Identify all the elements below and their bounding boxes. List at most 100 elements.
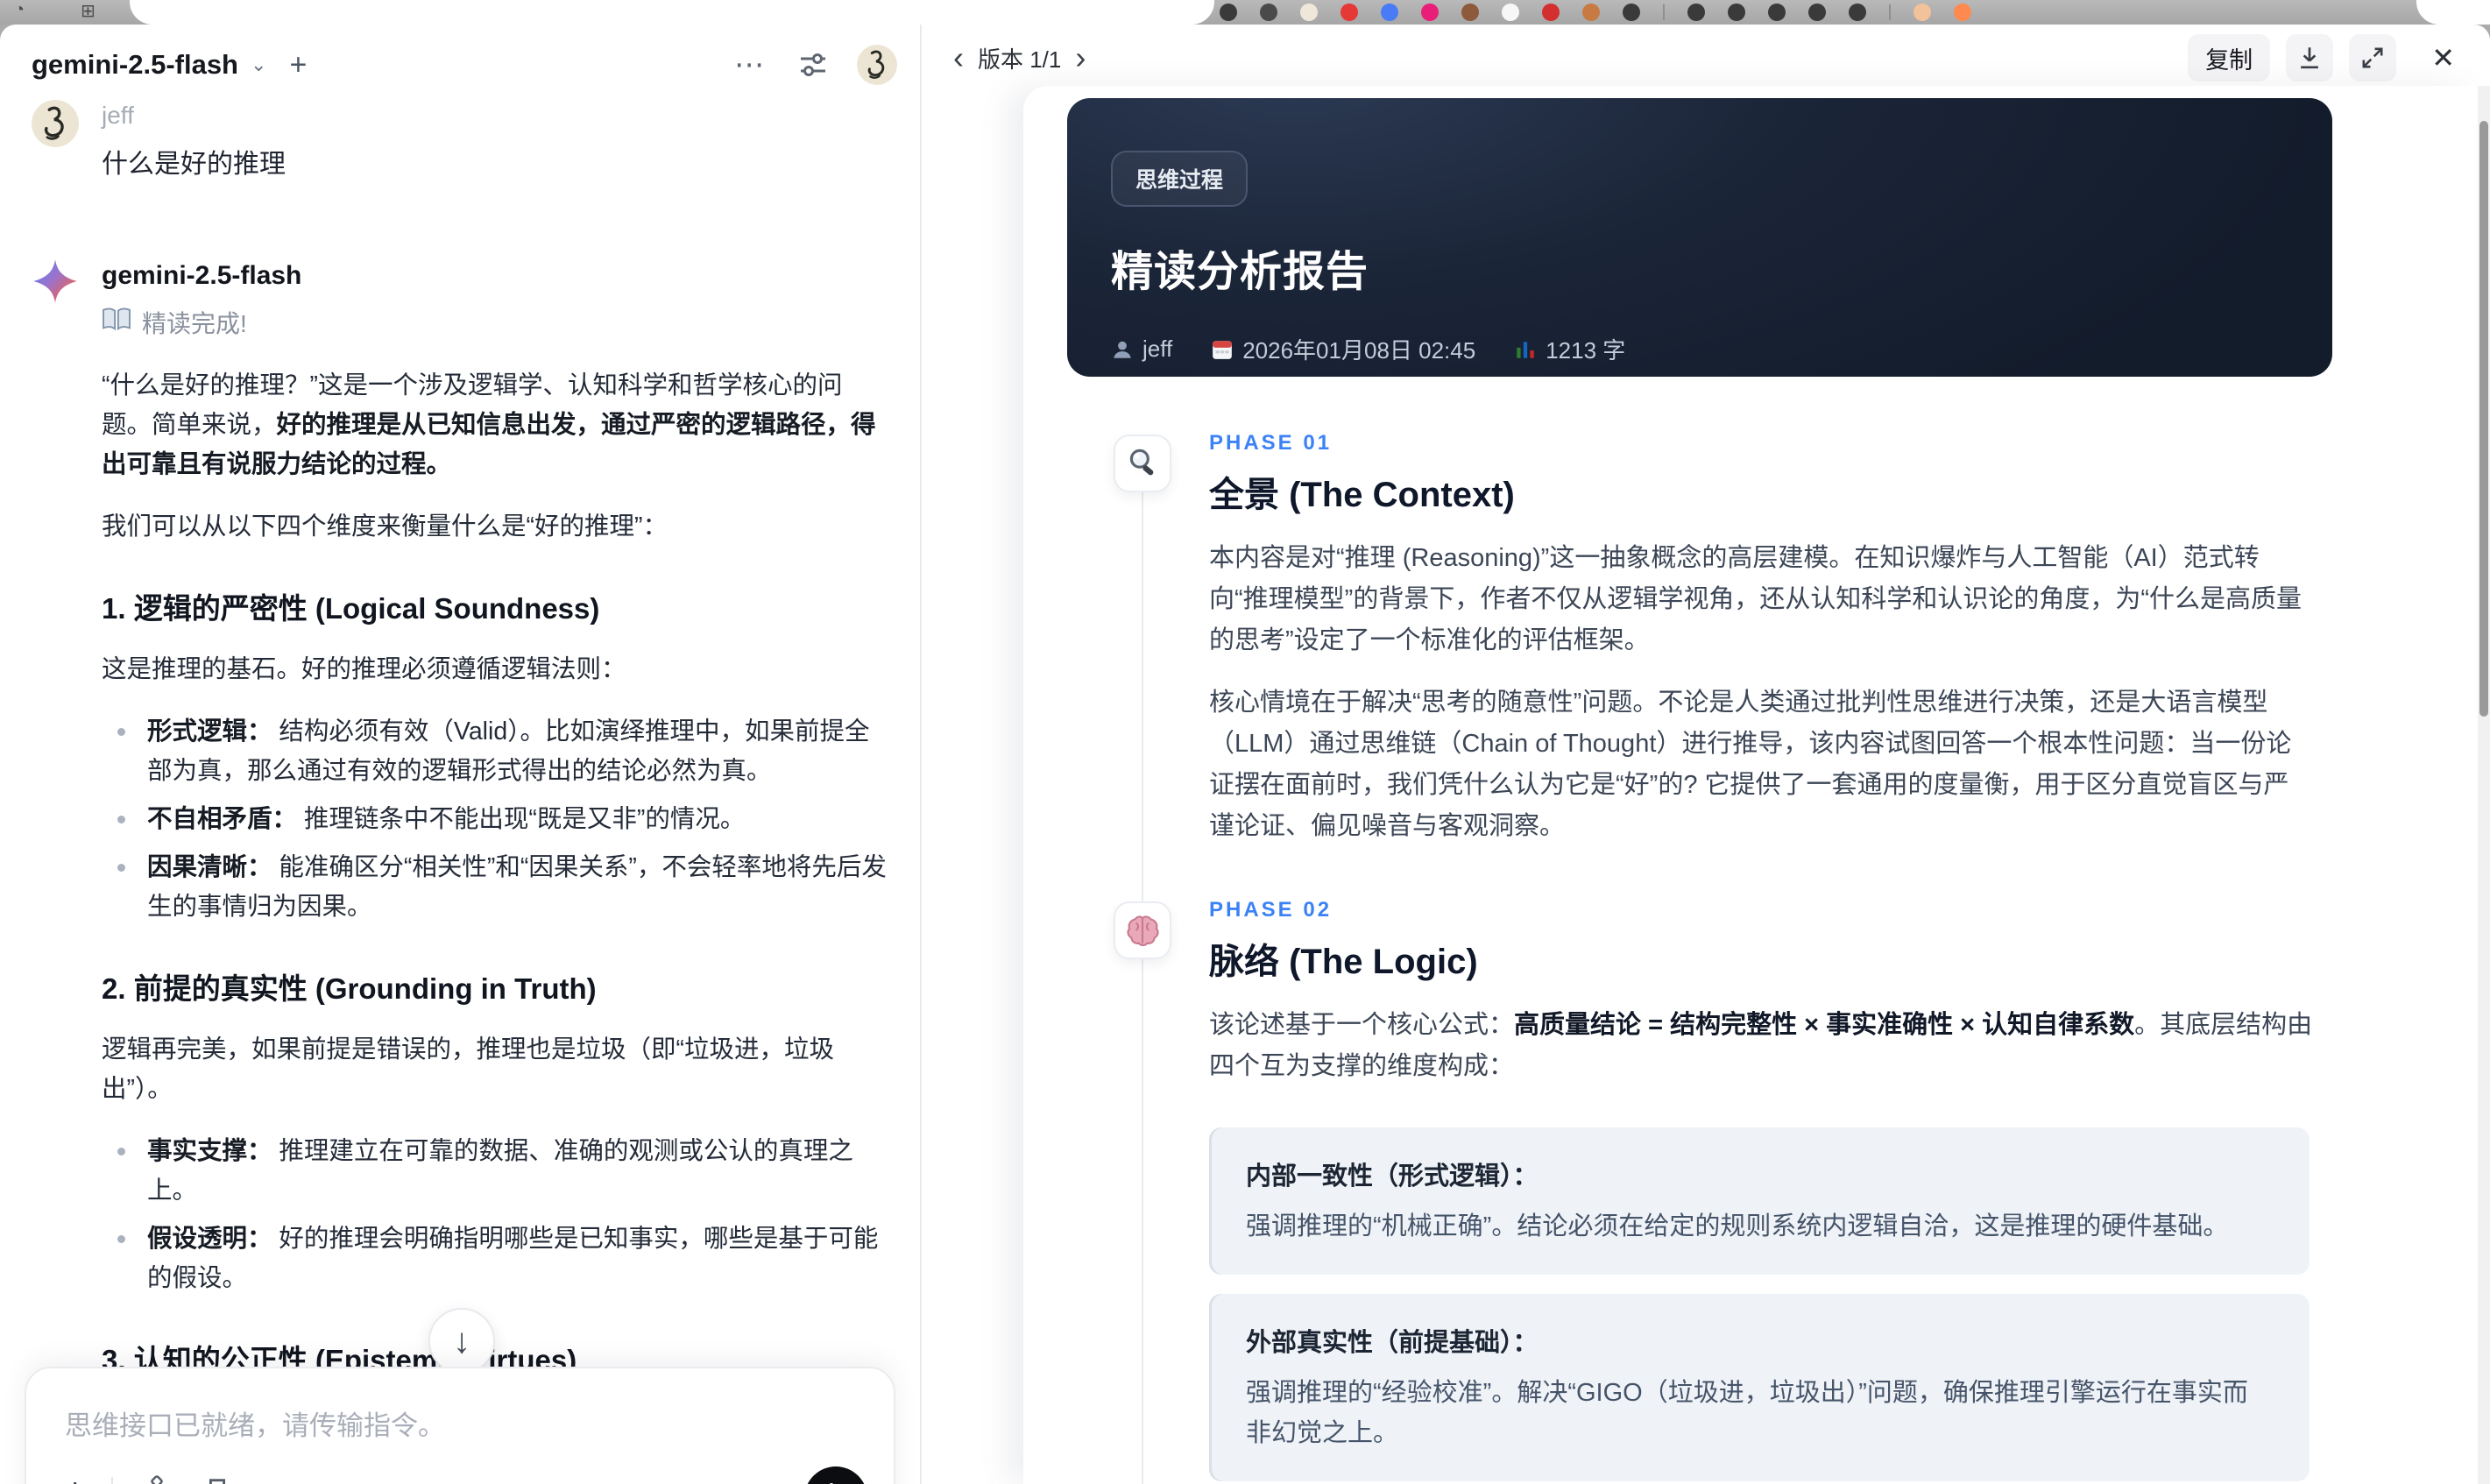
user-name: jeff bbox=[102, 102, 134, 129]
commands-icon[interactable] bbox=[139, 1474, 174, 1484]
card-title: 外部真实性（前提基础）： bbox=[1246, 1329, 1539, 1357]
extension-icon[interactable] bbox=[1461, 4, 1479, 21]
text-run: 核心情境在于解决“思考的随意性”问题。不论是人类通过批判性思维进行决策，还是大语… bbox=[1209, 689, 2292, 840]
scroll-to-bottom-button[interactable]: ↓ bbox=[428, 1308, 495, 1374]
version-next-button[interactable]: › bbox=[1066, 42, 1094, 74]
phase-timeline: PHASE 01 全景 (The Context) 本内容是对“推理 (Reason… bbox=[1067, 431, 2332, 1484]
toolbar-separator bbox=[1889, 4, 1891, 20]
copy-button[interactable]: 复制 bbox=[2188, 34, 2271, 81]
hero-badge: 思维过程 bbox=[1111, 151, 1249, 207]
scrollbar-track[interactable] bbox=[2478, 86, 2490, 1484]
phase-paragraph: 该论述基于一个核心公式：高质量结论 = 结构完整性 × 事实准确性 × 认知自律… bbox=[1209, 1005, 2313, 1087]
extension-icon[interactable] bbox=[1687, 4, 1705, 21]
extension-icon[interactable] bbox=[1502, 4, 1519, 21]
text-run: 该论述基于一个核心公式： bbox=[1209, 1011, 1515, 1039]
message-list: jeff 什么是好的推理 gemini-2.5-flash 精读完成! “什么是… bbox=[32, 100, 890, 1484]
bullet-item: 不自相矛盾： 推理链条中不能出现“既是又非”的情况。 bbox=[102, 800, 890, 839]
extension-icon[interactable] bbox=[1913, 4, 1931, 21]
brain-icon bbox=[1127, 915, 1159, 947]
bullet-list: 形式逻辑： 结构必须有效（Valid）。比如演绎推理中，如果前提全部为真，那么通… bbox=[102, 712, 890, 927]
url-bar[interactable] bbox=[130, 0, 1214, 25]
extension-icon[interactable] bbox=[1728, 4, 1745, 21]
bar-chart-icon bbox=[1517, 341, 1534, 358]
author-meta: jeff bbox=[1111, 336, 1172, 363]
voice-input-button[interactable] bbox=[804, 1466, 867, 1484]
version-label: 版本 1/1 bbox=[978, 46, 1062, 73]
bold-text: 不自相矛盾： bbox=[147, 805, 298, 833]
assistant-paragraph: 我们可以从以下四个维度来衡量什么是“好的推理”： bbox=[102, 507, 890, 547]
assistant-name: gemini-2.5-flash bbox=[102, 261, 302, 290]
bold-text: 假设透明： bbox=[147, 1225, 272, 1253]
extension-icon[interactable] bbox=[1808, 4, 1826, 21]
report-meta: jeff 2026年01月08日 02:45 1213 字 bbox=[1111, 333, 2288, 365]
version-prev-button[interactable]: ‹ bbox=[944, 42, 973, 74]
grid-icon[interactable]: ⊞ bbox=[81, 0, 95, 22]
extension-icon[interactable] bbox=[1220, 4, 1237, 21]
new-chat-button[interactable]: + bbox=[289, 48, 307, 82]
report-document: 思维过程 精读分析报告 jeff 2026年01月08日 02:45 1213 … bbox=[1067, 98, 2332, 1484]
extension-icon[interactable] bbox=[1582, 4, 1600, 21]
assistant-paragraph: 逻辑再完美，如果前提是错误的，推理也是垃圾（即“垃圾进，垃圾出”）。 bbox=[102, 1030, 890, 1109]
extension-icon[interactable] bbox=[1421, 4, 1439, 21]
assistant-paragraph: “什么是好的推理？”这是一个涉及逻辑学、认知科学和哲学核心的问题。简单来说，好的… bbox=[102, 366, 890, 484]
phase-title: 脉络 (The Logic) bbox=[1209, 943, 1478, 981]
extension-icon[interactable] bbox=[1623, 4, 1640, 21]
chat-panel: gemini-2.5-flash ⌄ + ⋯ jeff 什么是好的推理 gemi… bbox=[0, 25, 920, 1484]
bold-text: 因果清晰： bbox=[147, 853, 272, 881]
input-placeholder: 思维接口已就绪，请传输指令。 bbox=[65, 1410, 445, 1441]
extension-icon[interactable] bbox=[1768, 4, 1786, 21]
bookmark-icon[interactable] bbox=[201, 1475, 234, 1484]
phase-paragraph: 本内容是对“推理 (Reasoning)”这一抽象概念的高层建模。在知识爆炸与人… bbox=[1209, 538, 2313, 661]
extension-icon[interactable] bbox=[1381, 4, 1398, 21]
text-run: 我们可以从以下四个维度来衡量什么是“好的推理”： bbox=[102, 512, 668, 541]
extension-icon[interactable] bbox=[1340, 4, 1358, 21]
extension-icon[interactable] bbox=[1849, 4, 1866, 21]
assistant-paragraph: 这是推理的基石。好的推理必须遵循逻辑法则： bbox=[102, 650, 890, 689]
bullet-item: 形式逻辑： 结构必须有效（Valid）。比如演绎推理中，如果前提全部为真，那么通… bbox=[102, 712, 890, 791]
user-message: jeff 什么是好的推理 bbox=[32, 100, 890, 180]
sliders-icon[interactable] bbox=[796, 47, 831, 82]
magnifier-icon bbox=[1129, 449, 1154, 476]
extension-icon[interactable] bbox=[1954, 4, 1971, 21]
more-icon[interactable]: ⋯ bbox=[734, 47, 766, 82]
phase-node-icon bbox=[1114, 435, 1171, 492]
section-heading: 2. 前提的真实性 (Grounding in Truth) bbox=[102, 972, 597, 1005]
chevron-down-icon[interactable]: ⌄ bbox=[251, 53, 266, 76]
person-icon bbox=[1114, 341, 1131, 358]
assistant-status: 精读完成! bbox=[102, 305, 890, 340]
extension-icon[interactable] bbox=[1542, 4, 1560, 21]
book-icon bbox=[102, 307, 131, 339]
phase-section-2: PHASE 02 脉络 (The Logic) 该论述基于一个核心公式：高质量结论 … bbox=[1067, 898, 2332, 1484]
logic-card: 外部真实性（前提基础）： 强调推理的“经验校准”。解决“GIGO（垃圾进，垃圾出）… bbox=[1209, 1294, 2310, 1481]
model-title[interactable]: gemini-2.5-flash bbox=[32, 49, 238, 81]
section-heading: 1. 逻辑的严密性 (Logical Soundness) bbox=[102, 592, 600, 625]
wordcount-meta: 1213 字 bbox=[1514, 333, 1625, 365]
text-run: 推理链条中不能出现“既是又非”的情况。 bbox=[297, 805, 746, 833]
logic-cards: 内部一致性（形式逻辑）： 强调推理的“机械正确”。结论必须在给定的规则系统内逻辑自… bbox=[1209, 1127, 2332, 1484]
close-icon[interactable]: ✕ bbox=[2414, 34, 2472, 81]
phase-node-icon bbox=[1114, 901, 1171, 959]
panel-divider[interactable] bbox=[920, 25, 922, 1484]
toolbar-divider bbox=[111, 1476, 114, 1484]
screen: ◔ ⊞ gemini-2.5-flash ⌄ + ⋯ jeff 什么是好的推理 … bbox=[0, 0, 2490, 1484]
user-avatar[interactable] bbox=[857, 45, 897, 85]
browser-right-pill[interactable] bbox=[2416, 0, 2490, 25]
extension-icon[interactable] bbox=[1300, 4, 1318, 21]
app-window: gemini-2.5-flash ⌄ + ⋯ jeff 什么是好的推理 gemi… bbox=[0, 25, 2490, 1484]
bold-text: 事实支撑： bbox=[147, 1137, 272, 1165]
extension-icon[interactable] bbox=[1260, 4, 1277, 21]
scrollbar-thumb[interactable] bbox=[2479, 121, 2488, 717]
download-icon[interactable] bbox=[2286, 34, 2334, 81]
card-title: 内部一致性（形式逻辑）： bbox=[1246, 1162, 1539, 1191]
phase-label: PHASE 01 bbox=[1209, 431, 1333, 455]
card-body: 强调推理的“经验校准”。解决“GIGO（垃圾进，垃圾出）”问题，确保推理引擎运行… bbox=[1246, 1379, 2248, 1447]
chat-input[interactable]: 思维接口已就绪，请传输指令。 + bbox=[25, 1367, 895, 1484]
gemini-star-icon bbox=[32, 258, 79, 305]
extension-icons bbox=[1220, 2, 1971, 23]
browser-toolbar: ◔ ⊞ bbox=[0, 0, 2490, 25]
date-meta: 2026年01月08日 02:45 bbox=[1211, 333, 1475, 365]
phase-paragraph: 核心情境在于解决“思考的随意性”问题。不论是人类通过批判性思维进行决策，还是大语… bbox=[1209, 682, 2313, 847]
expand-icon[interactable] bbox=[2349, 34, 2397, 81]
history-icon[interactable]: ◔ bbox=[14, 0, 25, 20]
attach-button[interactable]: + bbox=[65, 1472, 85, 1484]
